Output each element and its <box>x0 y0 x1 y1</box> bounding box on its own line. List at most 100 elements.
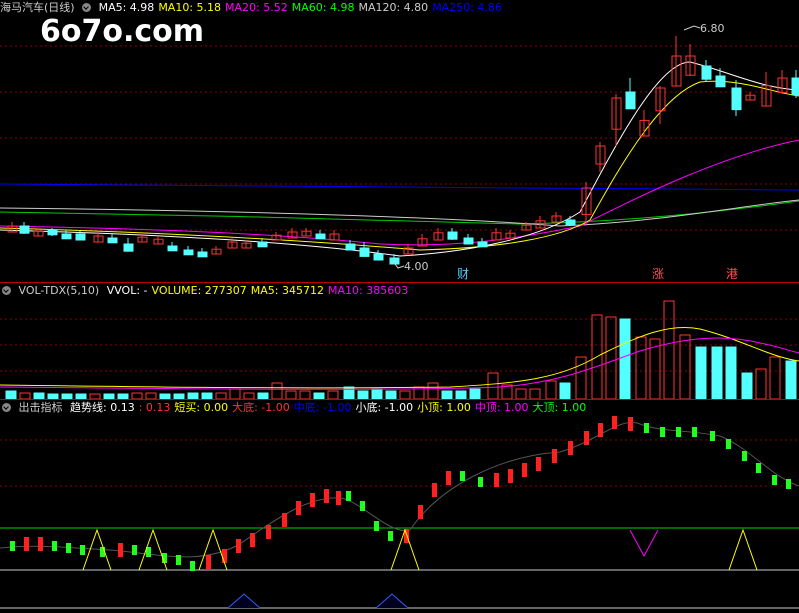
trend-segment <box>388 531 393 541</box>
candlestick-chart[interactable]: 6.80 4.00 财 涨 港 <box>0 16 799 282</box>
candle-body <box>47 229 58 236</box>
ma120-line <box>0 199 799 227</box>
volume-label-group: VVOL: - VOLUME: 277307 MA5: 345712 MA10: 38… <box>107 284 413 297</box>
volume-bar <box>559 382 571 399</box>
indicator-label-0: 趋势线: 0.13 <box>70 401 135 414</box>
trend-segment <box>726 439 731 449</box>
trend-segment <box>38 537 43 551</box>
trend-segment <box>660 427 665 437</box>
candle-body <box>791 77 799 96</box>
volume-bar <box>741 372 753 399</box>
candle-body <box>447 231 458 240</box>
ma-label-0: MA5: 4.98 <box>98 1 155 14</box>
trend-segment <box>786 479 791 489</box>
candle-body <box>123 243 134 252</box>
ma-label-4: MA120: 4.80 <box>358 1 429 14</box>
candle-body <box>731 87 742 111</box>
trend-segment <box>612 416 617 429</box>
volume-bar <box>229 388 241 399</box>
trend-segment <box>742 451 747 461</box>
candle-body <box>197 251 208 258</box>
ma-label-5: MA250: 4.86 <box>432 1 502 14</box>
trend-segment <box>628 417 633 431</box>
trend-segment <box>10 541 15 551</box>
indicator-panel[interactable]: 出击指标 趋势线: 0.13: 0.13 短买: 0.00 大底: -1.00 中底:… <box>0 400 799 613</box>
trend-segment <box>336 491 341 505</box>
trend-segment <box>236 539 241 553</box>
trend-segment <box>644 423 649 433</box>
indicator-label-group: 趋势线: 0.13: 0.13 短买: 0.00 大底: -1.00 中底: -1.0… <box>70 401 590 414</box>
indicator-options-icon[interactable] <box>82 3 92 12</box>
trend-segment <box>584 431 589 445</box>
volume-ma5-line <box>0 326 799 389</box>
trend-segment <box>692 427 697 437</box>
indicator-label-4: 中底: -1.00 <box>293 401 352 414</box>
price-panel[interactable]: 海马汽车(日线) MA5: 4.98 MA10: 5.18 MA20: 5.52 MA… <box>0 0 799 282</box>
volume-bar <box>605 316 617 399</box>
volume-bar <box>427 382 439 399</box>
volume-bar <box>371 388 383 399</box>
volume-bar <box>785 360 797 399</box>
volume-chart[interactable] <box>0 299 799 399</box>
volume-bar <box>487 372 499 399</box>
candle-body <box>257 241 268 248</box>
trend-segment <box>190 561 195 571</box>
watermark-logo: 6o7o.com <box>40 14 205 49</box>
small-top-signal-4 <box>728 528 758 571</box>
stock-name[interactable]: 海马汽车(日线) <box>0 1 75 14</box>
trend-segment <box>508 469 513 483</box>
indicator-panel-header: 出击指标 趋势线: 0.13: 0.13 短买: 0.00 大底: -1.00 中底:… <box>0 400 594 416</box>
trend-segment <box>296 501 301 515</box>
indicator-label-2: 短买: 0.00 <box>174 401 229 414</box>
trend-segment <box>494 473 499 487</box>
candle-body <box>183 249 194 256</box>
volume-label-2: MA5: 345712 <box>250 284 324 297</box>
indicator-options-icon[interactable] <box>2 286 11 295</box>
volume-title[interactable]: VOL-TDX(5,10) <box>19 284 100 297</box>
candle-body <box>701 65 712 80</box>
ma-label-group: MA5: 4.98 MA10: 5.18 MA20: 5.52 MA60: 4.98 M… <box>99 1 506 14</box>
indicator-options-icon[interactable] <box>2 403 11 412</box>
trend-segment <box>478 477 483 487</box>
volume-bar <box>635 336 647 399</box>
ma250-line <box>0 183 799 191</box>
trend-segment <box>266 525 271 539</box>
candle-body <box>75 233 86 241</box>
trend-segment <box>80 545 85 555</box>
volume-bar <box>357 390 369 399</box>
ma-label-2: MA20: 5.52 <box>225 1 288 14</box>
ma20-line <box>0 139 799 246</box>
ma-label-3: MA60: 4.98 <box>291 1 355 14</box>
volume-bar <box>469 388 481 399</box>
candle-body <box>359 247 370 257</box>
event-marker-1: 涨 <box>652 266 664 281</box>
trend-segment <box>206 555 211 569</box>
volume-bar <box>769 356 781 399</box>
ma60-line <box>0 200 799 225</box>
high-pointer <box>683 25 701 31</box>
trend-segment <box>346 491 351 501</box>
trend-segment <box>360 501 365 511</box>
trend-segment <box>282 513 287 527</box>
candle-body <box>715 75 726 88</box>
trend-segment <box>568 441 573 455</box>
trend-segment <box>374 521 379 531</box>
mid-bottom-signal-1 <box>375 593 409 609</box>
indicator-label-6: 小顶: 1.00 <box>417 401 471 414</box>
high-price-label: 6.80 <box>700 22 725 35</box>
trend-segment <box>222 549 227 563</box>
ma5-line <box>0 61 799 257</box>
ma-label-1: MA10: 5.18 <box>158 1 222 14</box>
volume-panel[interactable]: VOL-TDX(5,10) VVOL: - VOLUME: 277307 MA5: … <box>0 283 799 399</box>
volume-bar <box>285 390 297 399</box>
volume-bar <box>399 390 411 399</box>
trend-segment <box>772 475 777 485</box>
volume-bar <box>545 380 557 399</box>
trend-line <box>0 422 799 558</box>
indicator-chart[interactable] <box>0 416 799 613</box>
trend-segment <box>536 457 541 471</box>
candle-body <box>373 253 384 261</box>
indicator-title[interactable]: 出击指标 <box>19 401 63 414</box>
indicator-label-1: : 0.13 <box>138 401 171 414</box>
volume-bar <box>663 300 675 399</box>
